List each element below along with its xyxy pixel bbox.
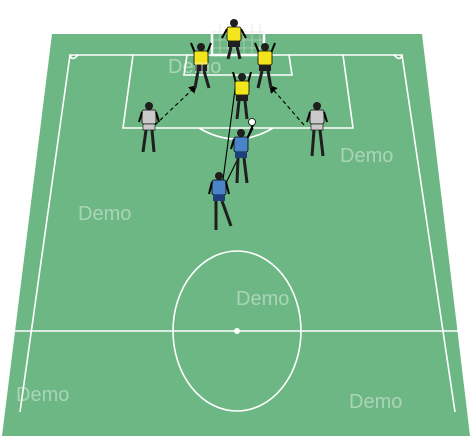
pitch-diagram: [2, 19, 470, 436]
center-spot: [234, 327, 241, 334]
drill-diagram: Demo Demo Demo Demo Demo Demo Demo: [0, 0, 472, 438]
ball: [248, 118, 256, 126]
